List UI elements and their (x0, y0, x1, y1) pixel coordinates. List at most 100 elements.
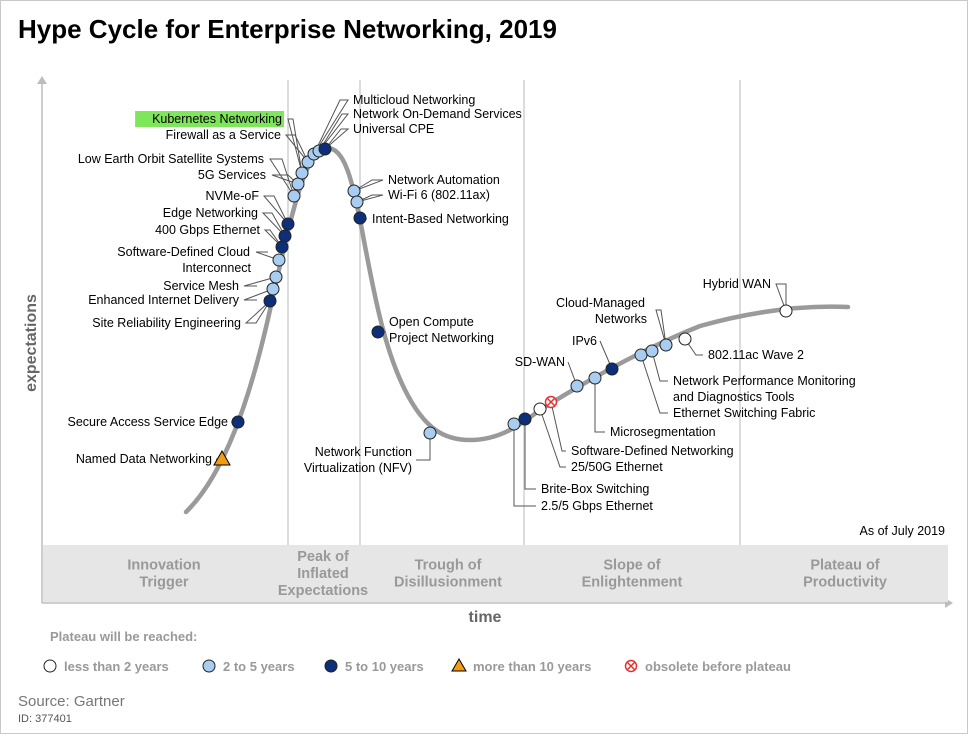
tech-marker-secure-access-service-edge (231, 415, 245, 429)
tech-label-400-gbps-ethernet: 400 Gbps Ethernet (155, 223, 260, 237)
legend-label-more-than-10-years: more than 10 years (473, 659, 592, 674)
phase-label-slope-of-enlightenment: Enlightenment (582, 575, 683, 591)
tech-label-ipv6: IPv6 (572, 334, 597, 348)
tech-label-wi-fi-6-802-11ax: Wi-Fi 6 (802.11ax) (388, 188, 490, 202)
tech-marker-ipv6 (605, 362, 619, 376)
tech-label-named-data-networking: Named Data Networking (76, 452, 212, 466)
phase-label-trough-of-disillusionment: Disillusionment (394, 575, 502, 591)
tech-marker-kubernetes-networking (295, 166, 309, 180)
phase-label-slope-of-enlightenment: Slope of (603, 558, 660, 574)
phase-label-peak-of-inflated-expectations: Peak of (297, 549, 349, 565)
tech-marker-network-performance-monitoring-and-diagnostics-tools (645, 344, 659, 358)
tech-marker-open-compute-project-networking (371, 325, 385, 339)
tech-label-software-defined-networking: Software-Defined Networking (571, 444, 734, 458)
tech-label-microsegmentation: Microsegmentation (610, 425, 716, 439)
tech-marker-5g-services (291, 177, 305, 191)
tech-label-ethernet-switching-fabric: Ethernet Switching Fabric (673, 406, 815, 420)
phase-label-peak-of-inflated-expectations: Expectations (278, 583, 368, 599)
legend-label-less-than-2-years: less than 2 years (64, 659, 169, 674)
tech-label-2-5-5-gbps-ethernet: 2.5/5 Gbps Ethernet (541, 499, 653, 513)
tech-marker-universal-cpe (318, 142, 332, 156)
legend-marker-more-than-10-years (451, 658, 467, 672)
legend-marker-5-to-10-years (324, 659, 338, 673)
tech-label-network-performance-monitoring-and-diagnostics-tools: Network Performance Monitoring (673, 374, 856, 388)
leader-line-ethernet-switching-fabric (640, 354, 668, 414)
tech-label-cloud-managed-networks: Cloud-Managed (556, 296, 645, 310)
tech-marker-network-function-virtualization-nfv (423, 426, 437, 440)
y-axis-label: expectations (23, 294, 40, 392)
tech-marker-400-gbps-ethernet (275, 240, 289, 254)
tech-marker-site-reliability-engineering (263, 294, 277, 308)
leader-line-microsegmentation (594, 378, 605, 433)
tech-label-edge-networking: Edge Networking (163, 206, 258, 220)
tech-marker-nvme-of (281, 217, 295, 231)
tech-label-site-reliability-engineering: Site Reliability Engineering (92, 316, 241, 330)
tech-marker-802-11ac-wave-2 (678, 332, 692, 346)
phase-label-plateau-of-productivity: Productivity (803, 575, 887, 591)
phase-label-peak-of-inflated-expectations: Inflated (297, 566, 349, 582)
tech-label-multicloud-networking: Multicloud Networking (353, 93, 475, 107)
tech-marker-microsegmentation (588, 371, 602, 385)
leader-line-25-50g-ethernet (539, 408, 566, 468)
tech-marker-intent-based-networking (353, 211, 367, 225)
tech-marker-brite-box-switching (518, 412, 532, 426)
tech-marker-enhanced-internet-delivery (266, 282, 280, 296)
legend-marker-less-than-2-years (43, 659, 57, 673)
tech-label-cloud-managed-networks: Networks (595, 312, 647, 326)
legend-label-2-to-5-years: 2 to 5 years (223, 659, 295, 674)
tech-marker-wi-fi-6-802-11ax (350, 195, 364, 209)
leader-line-brite-box-switching (524, 419, 536, 490)
tech-label-software-defined-cloud-interconnect: Software-Defined Cloud (117, 245, 250, 259)
tech-marker-25-50g-ethernet (533, 402, 547, 416)
legend-title: Plateau will be reached: (50, 629, 197, 644)
tech-label-sd-wan: SD-WAN (515, 355, 565, 369)
hype-curve (183, 145, 851, 515)
y-axis-arrow (37, 76, 47, 84)
tech-label-kubernetes-networking: Kubernetes Networking (152, 112, 282, 126)
tech-label-universal-cpe: Universal CPE (353, 122, 434, 136)
tech-label-25-50g-ethernet: 25/50G Ethernet (571, 460, 663, 474)
phase-label-innovation-trigger: Innovation (127, 558, 200, 574)
leader-line-software-defined-networking (550, 401, 566, 452)
tech-label-secure-access-service-edge: Secure Access Service Edge (68, 415, 229, 429)
tech-label-enhanced-internet-delivery: Enhanced Internet Delivery (88, 293, 240, 307)
tech-label-network-performance-monitoring-and-diagnostics-tools: and Diagnostics Tools (673, 390, 794, 404)
tech-marker-low-earth-orbit-satellite-systems (287, 189, 301, 203)
tech-label-software-defined-cloud-interconnect: Interconnect (182, 261, 251, 275)
legend-label-obsolete-before-plateau: obsolete before plateau (645, 659, 791, 674)
document-id: ID: 377401 (18, 713, 72, 725)
tech-label-open-compute-project-networking: Open Compute (389, 315, 474, 329)
tech-label-low-earth-orbit-satellite-systems: Low Earth Orbit Satellite Systems (78, 152, 264, 166)
tech-label-5g-services: 5G Services (198, 168, 266, 182)
tech-marker-hybrid-wan (779, 304, 793, 318)
tech-label-open-compute-project-networking: Project Networking (389, 331, 494, 345)
tech-label-service-mesh: Service Mesh (163, 279, 239, 293)
tech-marker-cloud-managed-networks (659, 338, 673, 352)
tech-label-network-on-demand-services: Network On-Demand Services (353, 107, 522, 121)
tech-marker-ethernet-switching-fabric (634, 348, 648, 362)
as-of-label: As of July 2019 (860, 524, 946, 538)
tech-label-brite-box-switching: Brite-Box Switching (541, 482, 649, 496)
tech-marker-2-5-5-gbps-ethernet (507, 417, 521, 431)
tech-label-firewall-as-a-service: Firewall as a Service (166, 128, 281, 142)
tech-marker-software-defined-cloud-interconnect (272, 253, 286, 267)
phase-label-trough-of-disillusionment: Trough of (415, 558, 482, 574)
tech-marker-network-automation (347, 184, 361, 198)
tech-marker-sd-wan (570, 379, 584, 393)
tech-marker-service-mesh (269, 270, 283, 284)
tech-marker-named-data-networking (213, 449, 231, 466)
x-axis-label: time (469, 609, 502, 626)
legend-marker-2-to-5-years (202, 659, 216, 673)
phase-band (43, 545, 948, 602)
tech-label-intent-based-networking: Intent-Based Networking (372, 212, 509, 226)
source-label: Source: Gartner (18, 693, 125, 710)
tech-label-network-function-virtualization-nfv: Network Function (315, 445, 412, 459)
tech-label-network-automation: Network Automation (388, 173, 500, 187)
tech-marker-edge-networking (278, 229, 292, 243)
tech-label-802-11ac-wave-2: 802.11ac Wave 2 (708, 348, 804, 362)
legend-label-5-to-10-years: 5 to 10 years (345, 659, 424, 674)
tech-label-hybrid-wan: Hybrid WAN (703, 277, 771, 291)
tech-label-nvme-of: NVMe-oF (206, 189, 260, 203)
tech-label-network-function-virtualization-nfv: Virtualization (NFV) (304, 461, 412, 475)
phase-label-plateau-of-productivity: Plateau of (810, 558, 879, 574)
